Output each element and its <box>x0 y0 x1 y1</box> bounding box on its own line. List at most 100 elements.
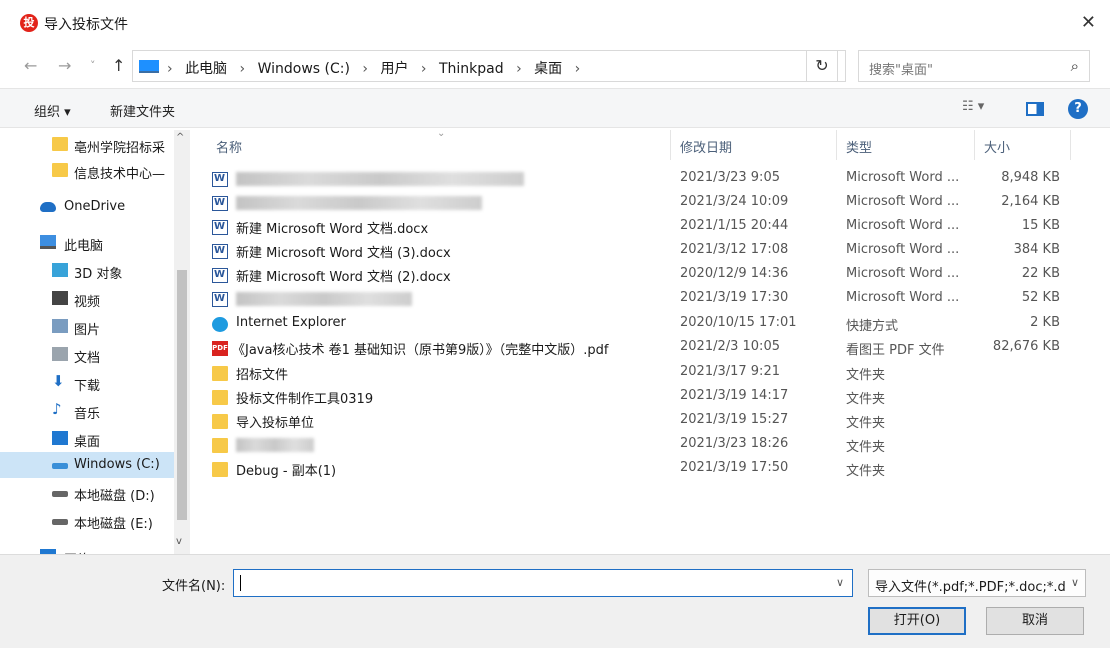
sidebar-item-drive-e[interactable]: 本地磁盘 (E:) <box>0 508 172 534</box>
column-header-type[interactable]: 类型 <box>846 137 872 156</box>
file-row[interactable]: Debug - 副本(1) 2021/3/19 17:50 文件夹 <box>212 457 1092 481</box>
file-type: Microsoft Word ... <box>846 242 960 257</box>
file-name: Internet Explorer <box>236 315 346 330</box>
sidebar-item-folder-2[interactable]: 信息技术中心— <box>0 158 172 184</box>
sidebar-item-label: 亳州学院招标采 <box>74 141 166 156</box>
file-date: 2021/3/19 17:30 <box>680 290 789 305</box>
drive-icon <box>52 519 68 525</box>
file-row[interactable]: Internet Explorer 2020/10/15 17:01 快捷方式 … <box>212 312 1092 336</box>
folder-icon <box>212 414 228 429</box>
column-divider[interactable] <box>974 130 975 160</box>
breadcrumb-this-pc[interactable]: 此电脑 <box>185 61 227 77</box>
sidebar-item-drive-d[interactable]: 本地磁盘 (D:) <box>0 480 172 506</box>
sidebar-item-label: 音乐 <box>74 407 101 422</box>
file-row[interactable]: 新建 Microsoft Word 文档 (2).docx 2020/12/9 … <box>212 263 1092 287</box>
breadcrumb-windows-c[interactable]: Windows (C:) <box>258 61 350 77</box>
sidebar-item-pictures[interactable]: 图片 <box>0 314 172 340</box>
word-doc-icon <box>212 268 228 283</box>
sidebar-item-label: 视频 <box>74 295 101 310</box>
file-row[interactable]: 2021/3/23 18:26 文件夹 <box>212 433 1092 457</box>
word-doc-icon <box>212 196 228 211</box>
new-folder-button[interactable]: 新建文件夹 <box>110 101 175 120</box>
organize-button[interactable]: 组织 ▾ <box>34 101 71 120</box>
column-divider[interactable] <box>1070 130 1071 160</box>
sidebar-item-label: 文档 <box>74 351 101 366</box>
sidebar-item-onedrive[interactable]: OneDrive <box>0 194 172 220</box>
sidebar-item-videos[interactable]: 视频 <box>0 286 172 312</box>
breadcrumb-thinkpad[interactable]: Thinkpad <box>439 61 504 77</box>
close-icon[interactable]: ✕ <box>1081 12 1096 33</box>
open-button[interactable]: 打开(O) <box>868 607 966 635</box>
documents-icon <box>52 347 68 361</box>
search-icon[interactable]: ⌕ <box>1071 57 1079 75</box>
file-row[interactable]: 2021/3/24 10:09 Microsoft Word ... 2,164… <box>212 191 1092 215</box>
help-icon[interactable]: ? <box>1068 99 1088 119</box>
scrollbar-thumb[interactable] <box>177 270 187 520</box>
file-row[interactable]: 新建 Microsoft Word 文档 (3).docx 2021/3/12 … <box>212 239 1092 263</box>
filename-input[interactable]: ∨ <box>233 569 853 597</box>
column-divider[interactable] <box>670 130 671 160</box>
search-input[interactable]: 搜索"桌面" ⌕ <box>858 50 1090 82</box>
scroll-up-icon[interactable]: ^ <box>176 132 184 143</box>
back-arrow-icon[interactable]: ← <box>24 56 37 75</box>
cancel-button[interactable]: 取消 <box>986 607 1084 635</box>
breadcrumb-users[interactable]: 用户 <box>380 61 408 77</box>
sidebar-item-label: 3D 对象 <box>74 267 123 282</box>
view-options-icon[interactable]: ☷ ▾ <box>962 99 984 114</box>
file-row[interactable]: 招标文件 2021/3/17 9:21 文件夹 <box>212 361 1092 385</box>
address-bar[interactable]: › 此电脑 › Windows (C:) › 用户 › Thinkpad › 桌… <box>132 50 922 82</box>
filename-label: 文件名(N): <box>162 579 226 594</box>
file-row[interactable]: 2021/3/19 17:30 Microsoft Word ... 52 KB <box>212 287 1092 311</box>
word-doc-icon <box>212 292 228 307</box>
sidebar-item-windows-c[interactable]: Windows (C:) <box>0 452 174 478</box>
folder-icon <box>52 163 68 177</box>
file-row[interactable]: 导入投标单位 2021/3/19 15:27 文件夹 <box>212 409 1092 433</box>
file-size: 384 KB <box>1013 242 1060 257</box>
column-header-size[interactable]: 大小 <box>984 137 1010 156</box>
file-type: 文件夹 <box>846 416 886 431</box>
folder-icon <box>52 137 68 151</box>
up-arrow-icon[interactable]: ↑ <box>112 56 125 75</box>
breadcrumb-separator: › <box>167 61 173 77</box>
breadcrumb-separator: › <box>362 61 369 77</box>
sidebar-scrollbar[interactable]: ^ v <box>174 130 190 554</box>
file-date: 2021/3/19 15:27 <box>680 412 789 427</box>
chevron-down-icon[interactable]: ∨ <box>1071 576 1079 589</box>
sidebar-item-this-pc[interactable]: 此电脑 <box>0 230 172 256</box>
file-date: 2021/1/15 20:44 <box>680 218 789 233</box>
sidebar-item-3d-objects[interactable]: 3D 对象 <box>0 258 172 284</box>
sidebar-item-label: 图片 <box>74 323 101 338</box>
breadcrumb: › 此电脑 › Windows (C:) › 用户 › Thinkpad › 桌… <box>165 58 588 78</box>
sidebar-item-downloads[interactable]: ⬇ 下载 <box>0 370 172 396</box>
column-header-name[interactable]: 名称 <box>216 137 242 156</box>
breadcrumb-separator: › <box>420 61 427 77</box>
redacted-filename <box>236 196 482 210</box>
forward-arrow-icon[interactable]: → <box>58 56 71 75</box>
file-date: 2021/3/23 9:05 <box>680 170 780 185</box>
file-type: Microsoft Word ... <box>846 218 960 233</box>
chevron-down-icon[interactable]: ∨ <box>836 576 844 589</box>
file-date: 2021/3/17 9:21 <box>680 364 780 379</box>
sidebar-item-documents[interactable]: 文档 <box>0 342 172 368</box>
drive-icon <box>52 491 68 497</box>
download-icon: ⬇ <box>52 372 65 390</box>
file-row[interactable]: 投标文件制作工具0319 2021/3/19 14:17 文件夹 <box>212 385 1092 409</box>
file-type-filter[interactable]: 导入文件(*.pdf;*.PDF;*.doc;*.d ∨ <box>868 569 1086 597</box>
file-row[interactable]: 2021/3/23 9:05 Microsoft Word ... 8,948 … <box>212 167 1092 191</box>
preview-pane-icon[interactable] <box>1026 102 1044 116</box>
toolbar: 组织 ▾ 新建文件夹 ☷ ▾ ? <box>0 88 1110 128</box>
sidebar-item-music[interactable]: ♪ 音乐 <box>0 398 172 424</box>
sidebar-item-network[interactable]: 网络 <box>0 544 172 554</box>
recent-locations-icon[interactable]: ˅ <box>90 59 96 72</box>
scroll-down-icon[interactable]: v <box>176 536 182 547</box>
file-type: Microsoft Word ... <box>846 194 960 209</box>
column-header-date[interactable]: 修改日期 <box>680 137 732 156</box>
sidebar-item-folder-1[interactable]: 亳州学院招标采 <box>0 132 172 158</box>
file-type: Microsoft Word ... <box>846 290 960 305</box>
breadcrumb-desktop[interactable]: 桌面 <box>534 61 562 77</box>
column-divider[interactable] <box>836 130 837 160</box>
file-row[interactable]: PDF 《Java核心技术 卷1 基础知识（原书第9版）》（完整中文版）.pdf… <box>212 336 1092 360</box>
refresh-icon[interactable]: ↻ <box>806 50 838 82</box>
sidebar-item-desktop[interactable]: 桌面 <box>0 426 172 452</box>
file-row[interactable]: 新建 Microsoft Word 文档.docx 2021/1/15 20:4… <box>212 215 1092 239</box>
